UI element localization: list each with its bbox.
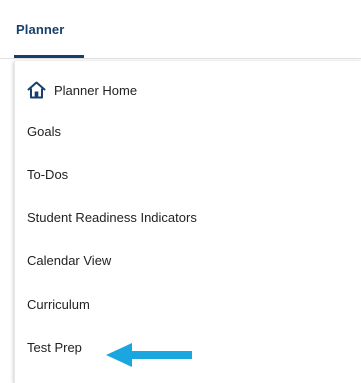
planner-page: Planner Planner Home Goals To-Dos Studen… [0, 0, 361, 383]
menu-item-label: To-Dos [27, 167, 69, 182]
menu-item-student-readiness-indicators[interactable]: Student Readiness Indicators [27, 210, 197, 225]
home-icon [27, 81, 46, 99]
tab-active-indicator [14, 55, 84, 58]
pointer-arrow-icon [106, 343, 192, 367]
menu-item-test-prep[interactable]: Test Prep [27, 340, 82, 355]
planner-dropdown-menu: Planner Home Goals To-Dos Student Readin… [14, 61, 361, 383]
menu-item-label: Goals [27, 124, 61, 139]
menu-item-goals[interactable]: Goals [27, 124, 61, 139]
menu-item-label: Curriculum [27, 297, 90, 312]
menu-item-label: Planner Home [54, 82, 138, 98]
menu-item-curriculum[interactable]: Curriculum [27, 297, 90, 312]
menu-item-label: Student Readiness Indicators [27, 210, 197, 225]
menu-item-label: Test Prep [27, 340, 82, 355]
tab-planner[interactable]: Planner [16, 22, 64, 37]
menu-item-calendar-view[interactable]: Calendar View [27, 253, 111, 268]
menu-item-label: Calendar View [27, 253, 112, 268]
menu-item-planner-home[interactable]: Planner Home [27, 81, 137, 99]
tab-bar: Planner [0, 0, 361, 59]
menu-item-to-dos[interactable]: To-Dos [27, 167, 68, 182]
